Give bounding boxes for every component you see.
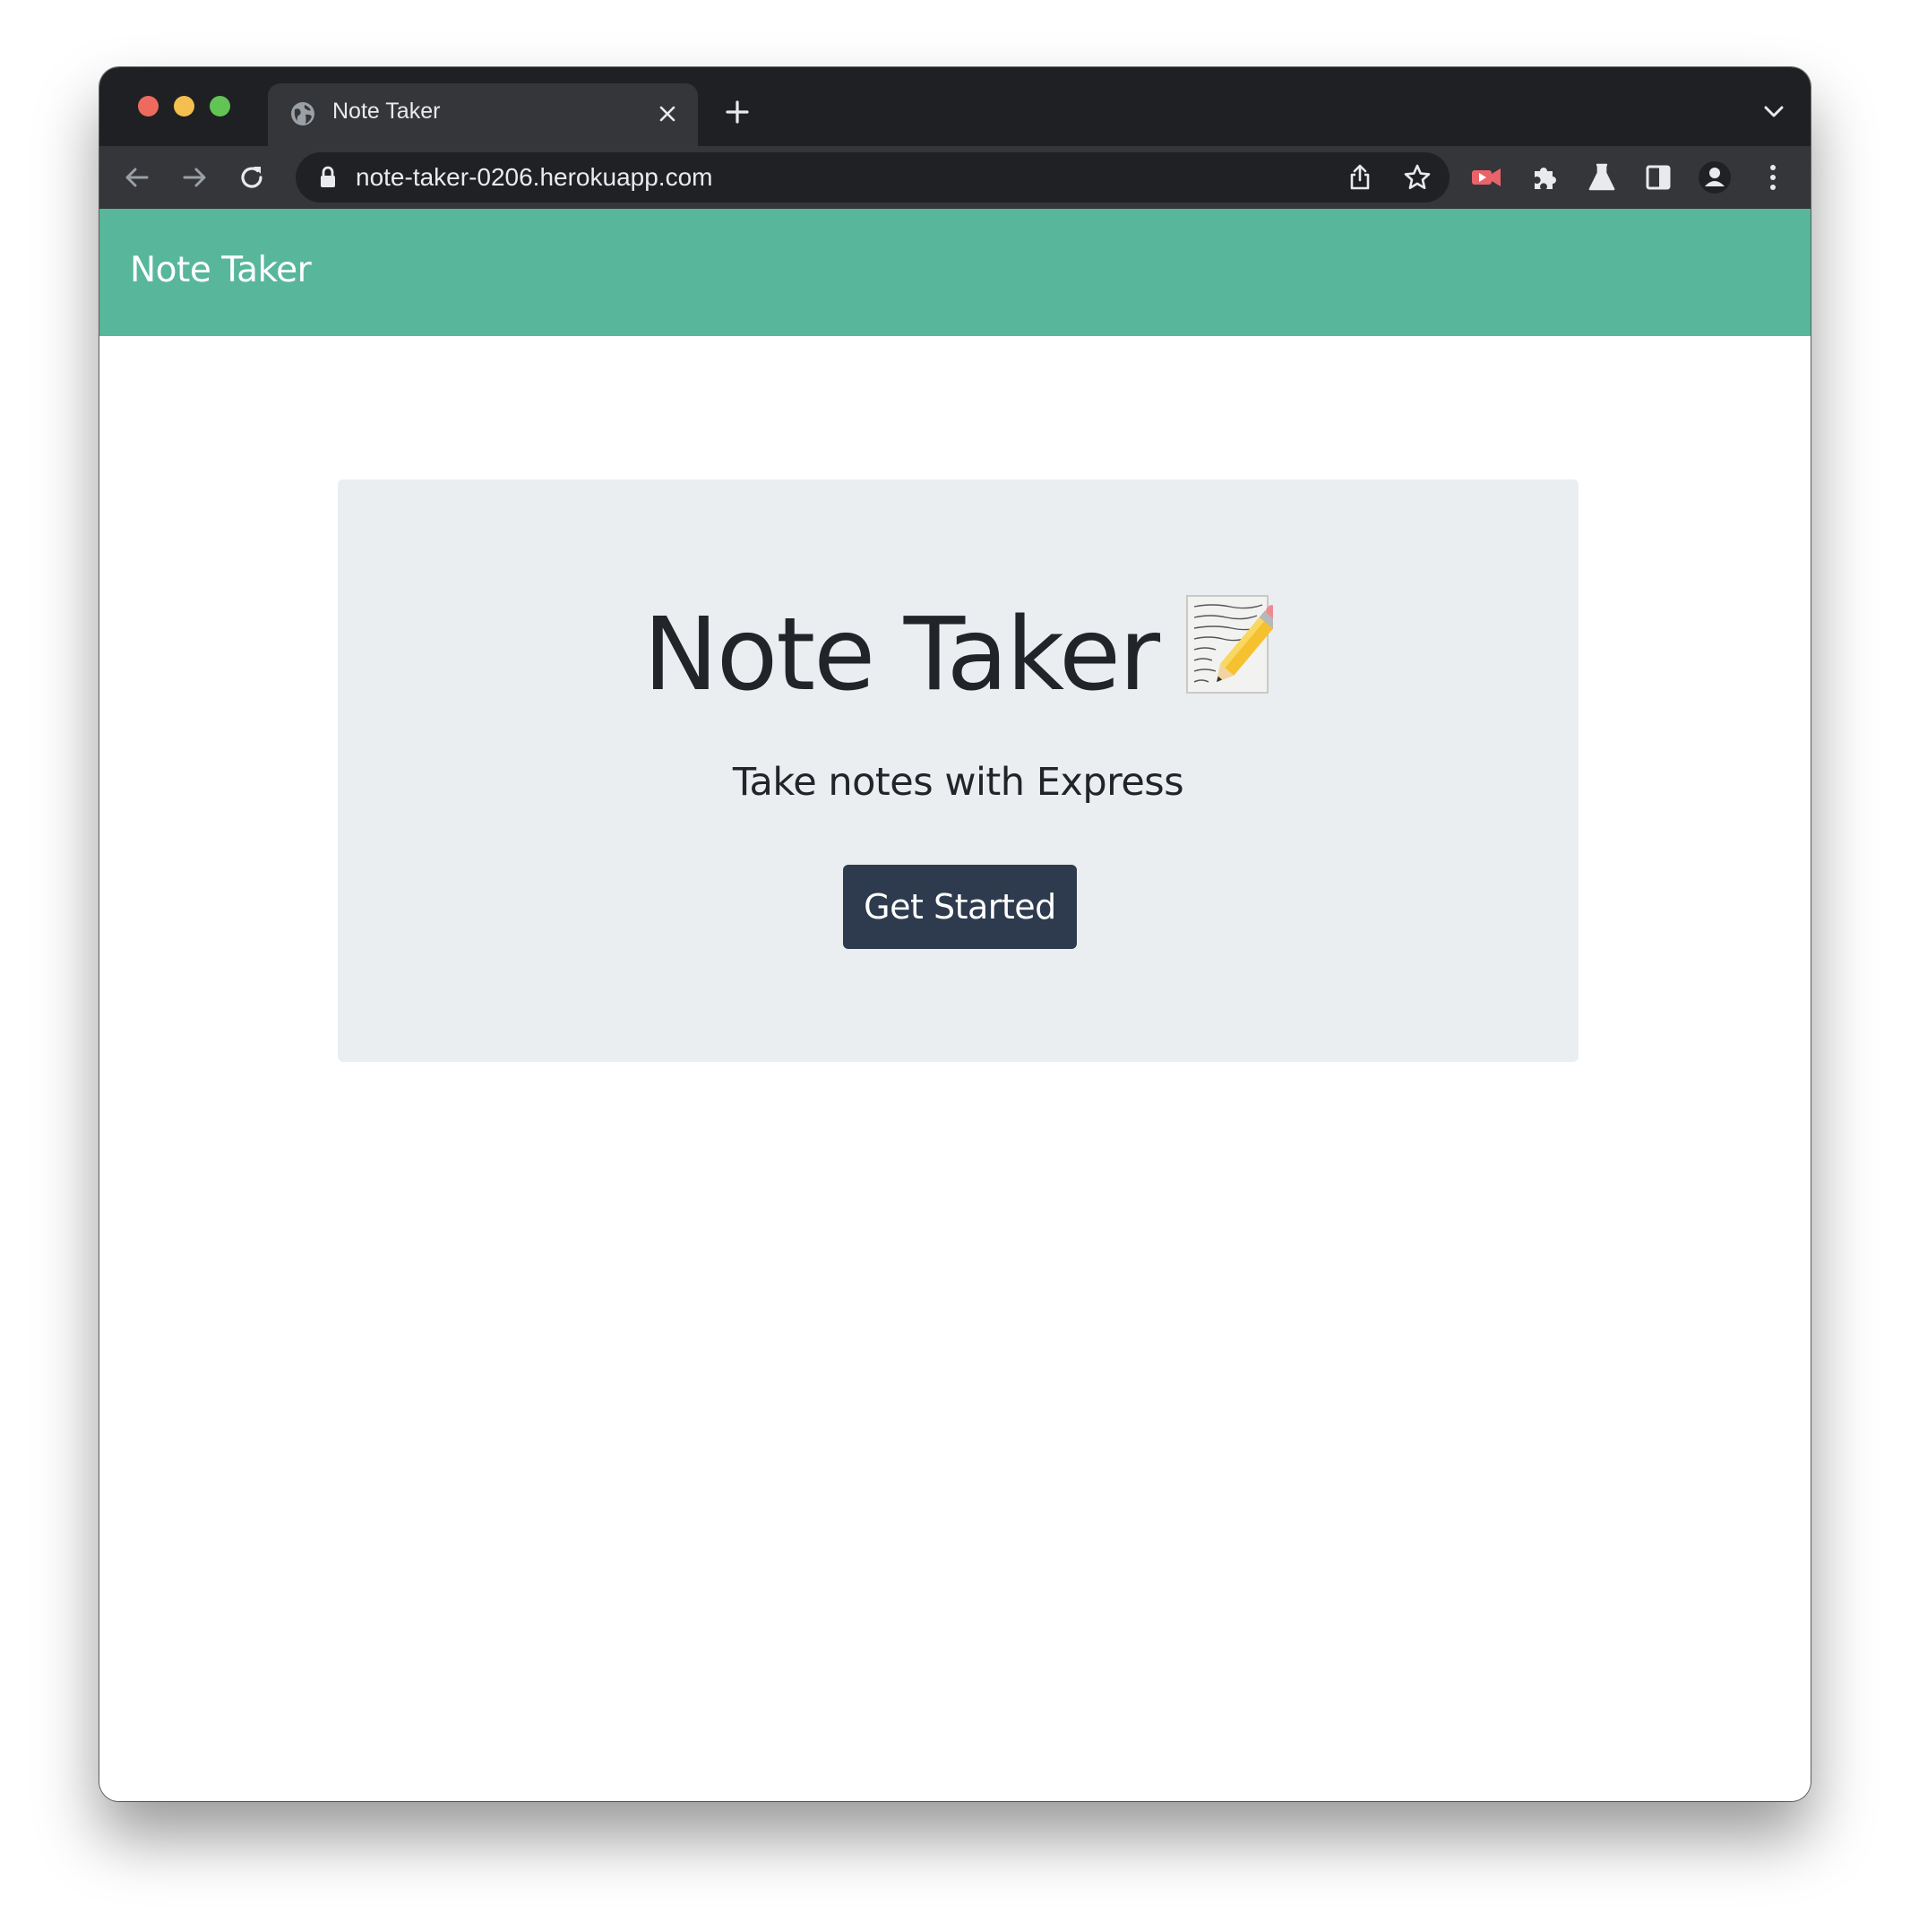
- hero-title-text: Note Taker: [642, 597, 1160, 713]
- url-text[interactable]: note-taker-0206.herokuapp.com: [356, 163, 712, 192]
- close-window-button[interactable]: [138, 96, 159, 116]
- reload-icon[interactable]: [232, 158, 271, 197]
- globe-icon: [291, 102, 314, 125]
- forward-arrow-icon[interactable]: [175, 158, 214, 197]
- puzzle-extensions-icon[interactable]: [1527, 160, 1562, 195]
- back-arrow-icon[interactable]: [117, 158, 157, 197]
- browser-window: Note Taker note-taker-0206.herokuapp.com…: [99, 67, 1811, 1801]
- profile-avatar-icon[interactable]: [1697, 160, 1733, 195]
- labs-flask-icon[interactable]: [1584, 160, 1620, 195]
- share-icon[interactable]: [1346, 163, 1374, 192]
- browser-tab-bar: Note Taker: [99, 67, 1811, 146]
- hero-jumbotron: Note Taker Take notes with Express Get S…: [338, 479, 1579, 1062]
- side-panel-icon[interactable]: [1640, 160, 1676, 195]
- browser-tab[interactable]: Note Taker: [268, 83, 698, 146]
- tab-title: Note Taker: [332, 99, 441, 124]
- new-tab-plus-icon[interactable]: [718, 92, 757, 132]
- hero-title: Note Taker: [338, 594, 1579, 713]
- get-started-button[interactable]: Get Started: [843, 865, 1077, 949]
- hero-subtitle: Take notes with Express: [732, 760, 1184, 805]
- memo-pencil-icon: [1186, 595, 1274, 694]
- bookmark-star-icon[interactable]: [1403, 163, 1432, 192]
- minimize-window-button[interactable]: [174, 96, 194, 116]
- lock-icon[interactable]: [318, 166, 338, 189]
- video-extension-icon[interactable]: [1468, 160, 1504, 195]
- maximize-window-button[interactable]: [210, 96, 230, 116]
- page-viewport: Note Taker Note Taker Take notes with Ex…: [99, 209, 1811, 1801]
- address-bar[interactable]: note-taker-0206.herokuapp.com: [296, 152, 1450, 203]
- chevron-down-icon[interactable]: [1760, 98, 1787, 125]
- browser-toolbar: note-taker-0206.herokuapp.com: [99, 146, 1811, 209]
- close-tab-icon[interactable]: [653, 99, 682, 128]
- app-navbar: Note Taker: [99, 209, 1811, 336]
- navbar-brand[interactable]: Note Taker: [130, 250, 312, 290]
- more-menu-icon[interactable]: [1755, 160, 1791, 195]
